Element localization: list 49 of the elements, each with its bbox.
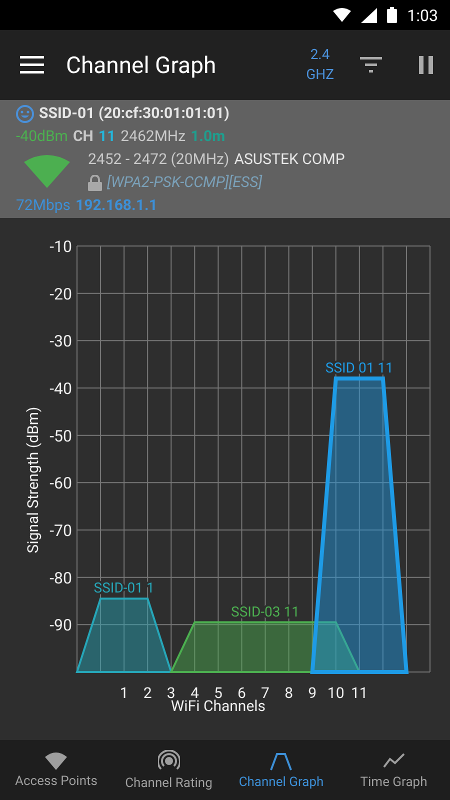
y-tick-label: -50: [50, 426, 72, 446]
line-graph-icon: [382, 750, 405, 770]
wifi-strength-icon: [24, 154, 70, 188]
ssid-text: SSID-01 (20:cf:30:01:01:01): [39, 103, 230, 124]
frequency-value: 2462MHz: [120, 126, 186, 147]
graph-icon: [270, 750, 292, 770]
frequency-range: 2452 - 2472 (20MHz): [88, 149, 230, 170]
nav-tab[interactable]: Access Points: [0, 740, 112, 800]
y-tick-label: -70: [50, 521, 72, 540]
security-text: [WPA2-PSK-CCMP][ESS]: [107, 172, 262, 193]
clock-time: 1:03: [407, 6, 438, 24]
signal-rings-icon: [158, 750, 180, 772]
y-tick-label: -80: [50, 568, 72, 588]
signal-value: -40dBm: [16, 126, 68, 147]
band-toggle[interactable]: 2.4 GHZ: [306, 45, 334, 85]
vendor-name: ASUSTEK COMP: [234, 149, 345, 170]
nav-tab[interactable]: Time Graph: [338, 740, 450, 800]
wifi-signal-icon: [333, 8, 352, 22]
channel-label: CH: [72, 126, 94, 147]
wifi-icon: [45, 752, 68, 770]
screen-title: Channel Graph: [66, 52, 218, 78]
distance-value: 1.0m: [190, 126, 226, 147]
nav-tab[interactable]: Channel Rating: [112, 740, 225, 800]
cell-signal-icon: [361, 8, 378, 22]
y-tick-label: -60: [50, 474, 72, 493]
ip-address: 192.168.1.1: [76, 195, 158, 216]
x-tick-label: 2: [143, 684, 152, 702]
speed-value: 72Mbps: [16, 195, 71, 216]
y-tick-label: -30: [50, 332, 72, 351]
x-tick-label: 10: [327, 684, 344, 702]
x-tick-label: 8: [284, 684, 294, 702]
y-axis-title: Signal Strength (dBm): [24, 406, 42, 554]
battery-icon: [387, 7, 398, 23]
x-tick-label: 1: [120, 684, 128, 702]
lock-icon: [88, 174, 102, 190]
series-label: SSID 01 11: [325, 360, 394, 377]
nav-tab[interactable]: Channel Graph: [225, 740, 338, 800]
x-tick-label: 9: [308, 684, 317, 702]
y-tick-label: -40: [50, 379, 72, 398]
y-tick-label: -90: [50, 616, 72, 635]
smiley-icon: [16, 104, 34, 122]
channel-value: 11: [98, 126, 116, 147]
pause-icon[interactable]: [418, 56, 434, 74]
x-tick-label: 11: [350, 684, 368, 702]
filter-icon[interactable]: [360, 57, 382, 73]
series-label: SSID-01 1: [94, 580, 154, 597]
menu-icon[interactable]: [20, 56, 44, 74]
y-tick-label: -20: [50, 284, 72, 304]
y-tick-label: -10: [50, 237, 72, 256]
